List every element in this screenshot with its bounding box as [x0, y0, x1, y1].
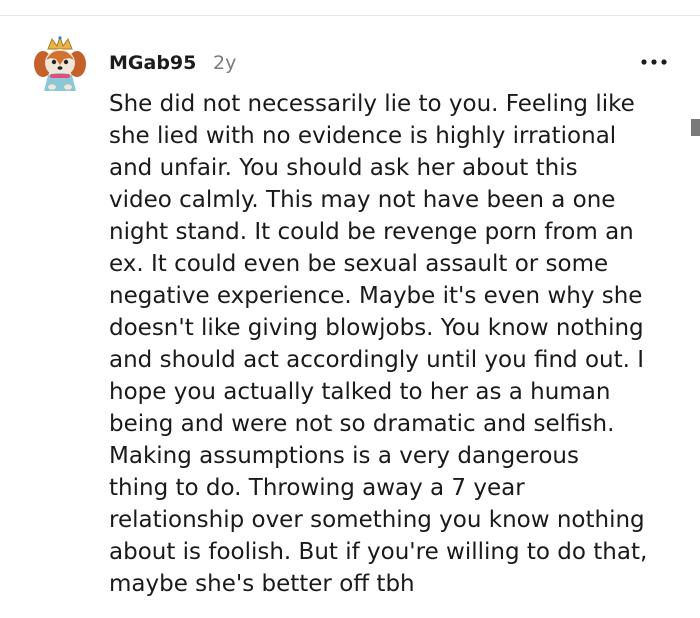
comment-line: being and were not so dramatic and selfi… [109, 411, 615, 437]
comment-line: video calmly. This may not have been a o… [109, 187, 616, 213]
avatar[interactable] [30, 35, 90, 95]
more-options-button[interactable] [638, 52, 670, 72]
dog-avatar-icon [34, 35, 86, 91]
comment-line: hope you actually talked to her as a hum… [109, 379, 611, 405]
comment-line: maybe she's better off tbh [109, 571, 415, 597]
comment-line: and unfair. You should ask her about thi… [109, 155, 578, 181]
more-horizontal-icon [641, 59, 667, 65]
scrollbar-thumb[interactable] [691, 119, 700, 136]
top-divider [0, 15, 700, 16]
comment-body: She did not necessarily lie to you. Feel… [109, 88, 674, 600]
comment-line: negative experience. Maybe it's even why… [109, 283, 643, 309]
comment-line: ex. It could even be sexual assault or s… [109, 251, 609, 277]
comment-line: and should act accordingly until you fin… [109, 347, 645, 373]
comment-line: thing to do. Throwing away a 7 year [109, 475, 525, 501]
comment-line: night stand. It could be revenge porn fr… [109, 219, 634, 245]
comment-line: she lied with no evidence is highly irra… [109, 123, 617, 149]
comment-line: She did not necessarily lie to you. Feel… [109, 91, 635, 117]
username[interactable]: MGab95 [109, 50, 196, 76]
comment-line: doesn't like giving blowjobs. You know n… [109, 315, 644, 341]
comment-line: Making assumptions is a very dangerous [109, 443, 579, 469]
comment-line: about is foolish. But if you're willing … [109, 539, 648, 565]
comment-age: 2y [213, 52, 237, 74]
comment-line: relationship over something you know not… [109, 507, 645, 533]
